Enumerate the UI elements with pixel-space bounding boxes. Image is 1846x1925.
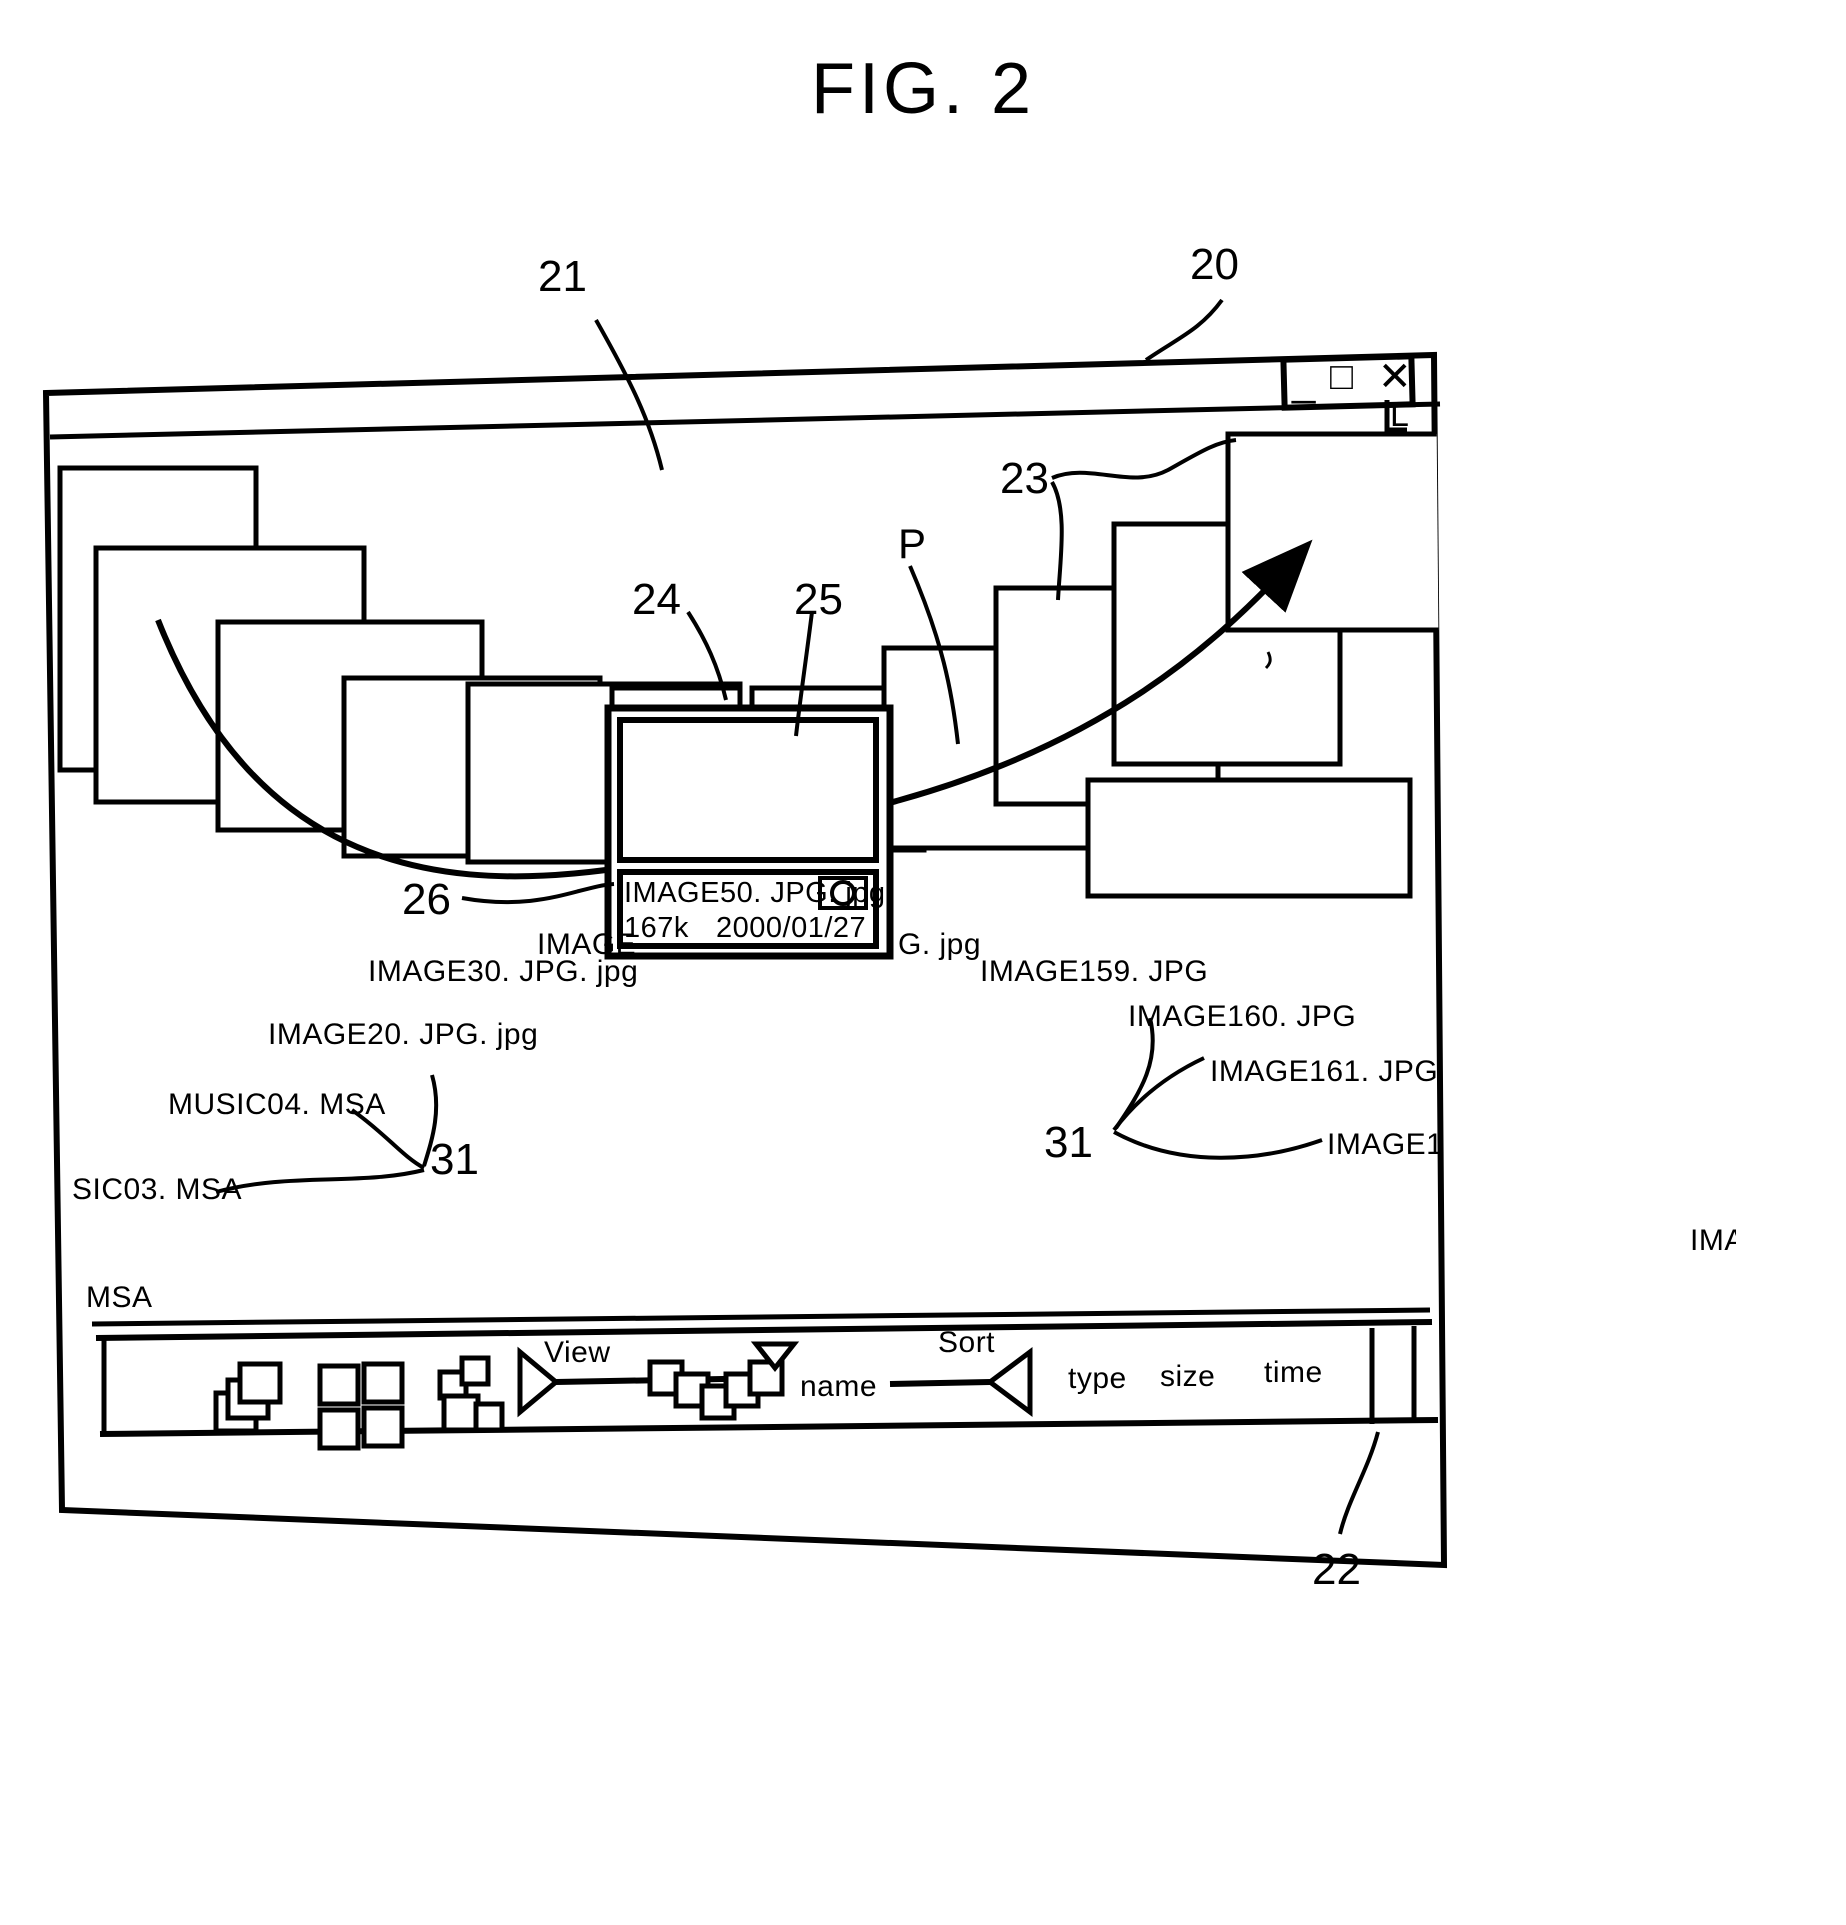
file-name-label: IMAGE20. JPG. jpg <box>268 1018 539 1051</box>
callout-24: 24 <box>632 575 681 624</box>
scatter-tiles-icon <box>437 1355 505 1433</box>
sort-label: Sort <box>938 1326 996 1359</box>
sort-key-size[interactable]: size <box>1160 1360 1215 1394</box>
grid-four-icon <box>317 1361 405 1451</box>
view-label: View <box>544 1336 611 1369</box>
arc-tiles-icon <box>647 1359 785 1421</box>
maximize-button[interactable]: □ <box>1330 356 1353 398</box>
sort-key-time[interactable]: time <box>1264 1356 1323 1390</box>
figure-lineart <box>42 298 1448 1569</box>
file-name-label: IMA <box>1690 1224 1736 1257</box>
sort-key-name[interactable]: name <box>800 1370 877 1404</box>
callout-31-left: 31 <box>430 1135 479 1184</box>
file-name-label: SIC03. MSA <box>72 1173 243 1206</box>
callout-31-right: 31 <box>1044 1118 1093 1167</box>
file-name-label: MUSIC04. MSA <box>168 1088 386 1121</box>
callout-P: P <box>898 520 927 567</box>
callout-23: 23 <box>1000 454 1049 503</box>
toolbar-strip <box>91 1307 1439 1451</box>
cascade-stack-icon <box>213 1361 283 1434</box>
selected-file-name: IMAGE50. JPG. jpg <box>624 877 886 909</box>
file-name-label: IMAGE30. JPG. jpg <box>368 955 639 988</box>
window-titlebar <box>49 353 1441 440</box>
sort-key-type[interactable]: type <box>1068 1362 1127 1396</box>
file-name-label: MSA <box>86 1281 153 1314</box>
file-name-label: IMAGE160. JPG <box>1128 1000 1357 1033</box>
file-name-label: IMAGE161. JPG <box>1210 1055 1439 1088</box>
corner-marker-L: L <box>1390 396 1409 434</box>
file-name-label: IMAGE161 <box>1327 1128 1439 1161</box>
patent-figure: FIG. 2 _ □ ✕ 21 20 23 24 25 P 26 31 31 2… <box>0 0 1846 1925</box>
callout-21: 21 <box>538 252 587 301</box>
callout-22: 22 <box>1312 1545 1361 1594</box>
sort-slider-icon <box>889 1347 1033 1417</box>
selected-file-date: 2000/01/27 <box>716 912 867 944</box>
callout-25: 25 <box>794 575 843 624</box>
callout-20: 20 <box>1190 240 1239 289</box>
file-name-label: G. jpg <box>898 928 982 961</box>
close-button[interactable]: ✕ <box>1378 356 1412 398</box>
minimize-button[interactable]: _ <box>1292 360 1315 402</box>
file-name-label: IMAGE159. JPG <box>980 955 1209 988</box>
callout-26: 26 <box>402 875 451 924</box>
